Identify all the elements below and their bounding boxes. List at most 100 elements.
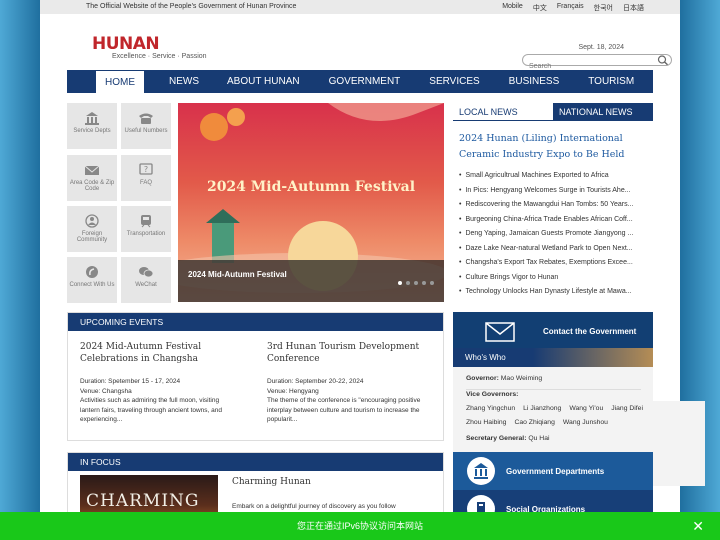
secretary-label: Secretary General: [466,435,527,442]
tile-label: Transportation [126,231,166,237]
official-name[interactable]: Wang Junshou [563,419,608,426]
contact-government-button[interactable]: Contact the Government [453,312,653,348]
hunangov-logo[interactable]: HUNANGOV Excellence · Service · Passion [92,34,705,486]
connect-icon [86,266,98,278]
slide-dot-1[interactable] [398,281,402,285]
event-card: 3rd Hunan Tourism Development Conference… [267,341,427,425]
tile-label: WeChat [135,282,157,288]
site-tagline: The Official Website of the People's Gov… [86,3,297,10]
vice-label-row: Vice Governors: [466,391,518,398]
nav-home[interactable]: HOME [95,70,145,93]
event-venue: Venue: Changsha [80,387,132,395]
focus-desc: Embark on a delightful journey of discov… [232,503,396,510]
news-panel: LOCAL NEWS NATIONAL NEWS 2024 Hunan (Lil… [453,103,653,303]
nav-news[interactable]: NEWS [169,70,199,93]
logo-slogan: Excellence · Service · Passion [112,53,207,60]
upcoming-events: UPCOMING EVENTS 2024 Mid-Autumn Festival… [67,312,444,441]
event-duration: Duration: Spetember 15 - 17, 2024 [80,378,181,385]
hero-slider[interactable]: 2024 Mid-Autumn Festival 2024 Mid-Autumn… [178,103,444,302]
nav-about-hunan[interactable]: ABOUT HUNAN [227,70,300,93]
dept-label: Government Departments [506,467,605,476]
question-icon: ? [139,163,153,175]
lang-mobile-link[interactable]: Mobile [502,3,523,13]
slide-dot-2[interactable] [406,281,410,285]
event-desc: Activities such as admiring the full moo… [80,397,223,423]
tile-foreign-community[interactable]: Foreign Community [67,206,117,252]
slide-dot-3[interactable] [414,281,418,285]
ipv6-banner-text: 您正在通过IPv6协议访问本网站 [296,521,423,531]
news-item[interactable]: Changsha's Export Tax Rebates, Exemption… [459,256,653,271]
building-icon [85,112,99,125]
tile-connect-with-us[interactable]: Connect With Us [67,257,117,303]
envelope-icon [485,322,515,342]
official-name[interactable]: Jiang Difei [611,405,643,412]
nav-government[interactable]: GOVERNMENT [329,70,401,93]
news-item[interactable]: In Pics: Hengyang Welcomes Surge in Tour… [459,184,653,199]
slide-dot-4[interactable] [422,281,426,285]
official-name[interactable]: Li Jianzhong [523,405,561,412]
lang-french-link[interactable]: Français [557,3,584,13]
tile-transportation[interactable]: Transportation [121,206,171,252]
secretary-name[interactable]: Qu Hai [528,435,549,442]
event-title[interactable]: 3rd Hunan Tourism Development Conference [267,341,427,365]
tile-useful-numbers[interactable]: Useful Numbers [121,103,171,149]
slide-dot-5[interactable] [430,281,434,285]
nav-tourism[interactable]: TOURISM [588,70,634,93]
events-header: UPCOMING EVENTS [68,313,443,331]
event-venue: Venue: Hengyang [267,387,319,395]
news-item[interactable]: Daze Lake Near-natural Wetland Park to O… [459,242,653,257]
tab-national-news[interactable]: NATIONAL NEWS [553,103,653,121]
event-details: Duration: Spetember 15 - 17, 2024 Venue:… [80,377,240,425]
governor-name[interactable]: Mao Weiming [501,375,542,382]
left-background [0,0,40,540]
official-name[interactable]: Zhang Yingchun [466,405,515,412]
vice-label: Vice Governors: [466,391,519,398]
wechat-icon [139,267,154,278]
svg-text:?: ? [144,165,148,174]
search-icon[interactable] [656,54,670,66]
lang-korean-link[interactable]: 한국어 [594,3,613,13]
phone-icon [139,113,153,124]
tile-service-depts[interactable]: Service Depts [67,103,117,149]
event-desc: The theme of the conference is "encourag… [267,397,421,423]
news-item[interactable]: Culture Brings Vigor to Hunan [459,271,653,286]
page-container: The Official Website of the People's Gov… [40,0,705,540]
governor-row: Governor: Mao Weiming [466,375,550,382]
whos-who-header: Who's Who [453,348,653,367]
news-item[interactable]: Small Agricultrual Machines Exported to … [459,169,653,184]
focus-header: IN FOCUS [68,453,443,471]
train-icon [141,215,151,228]
official-name[interactable]: Wang Yi'ou [569,405,603,412]
mail-icon [84,165,100,175]
tile-label: Useful Numbers [124,128,168,134]
building-icon [467,457,495,485]
lang-chinese-link[interactable]: 中文 [533,3,547,13]
tile-area-code[interactable]: Area Code & Zip Code [67,155,117,201]
focus-image-text: CHARMING [86,491,200,511]
government-departments-link[interactable]: Government Departments [453,452,653,490]
ipv6-banner: 您正在通过IPv6协议访问本网站 ✕ [0,512,720,540]
vice-row-2: Zhou Haibing Cao Zhiqiang Wang Junshou [466,419,616,426]
news-item[interactable]: Technology Unlocks Han Dynasty Lifestyle… [459,285,653,300]
news-item[interactable]: Burgeoning China-Africa Trade Enables Af… [459,213,653,228]
news-item[interactable]: Deng Yaping, Jamaican Guests Promote Jia… [459,227,653,242]
nav-services[interactable]: SERVICES [429,70,479,93]
close-icon[interactable]: ✕ [692,512,704,540]
focus-title[interactable]: Charming Hunan [232,477,311,487]
event-title[interactable]: 2024 Mid-Autumn Festival Celebrations in… [80,341,240,365]
tile-label: FAQ [139,180,152,186]
tile-faq[interactable]: ? FAQ [121,155,171,201]
language-links: Mobile 中文 Français 한국어 日本語 [502,3,644,13]
slide-title: 2024 Mid-Autumn Festival [206,179,416,195]
search-box [522,54,672,72]
tab-local-news[interactable]: LOCAL NEWS [453,103,553,121]
news-headline[interactable]: 2024 Hunan (Liling) International Cerami… [453,121,653,169]
tile-label: Service Depts [73,128,111,134]
lang-japanese-link[interactable]: 日本語 [623,3,644,13]
news-item[interactable]: Rediscovering the Mawangdui Han Tombs: 5… [459,198,653,213]
official-name[interactable]: Cao Zhiqiang [514,419,554,426]
official-name[interactable]: Zhou Haibing [466,419,506,426]
officials-panel: Governor: Mao Weiming Vice Governors: Zh… [453,367,653,452]
tile-wechat[interactable]: WeChat [121,257,171,303]
nav-business[interactable]: BUSINESS [509,70,560,93]
